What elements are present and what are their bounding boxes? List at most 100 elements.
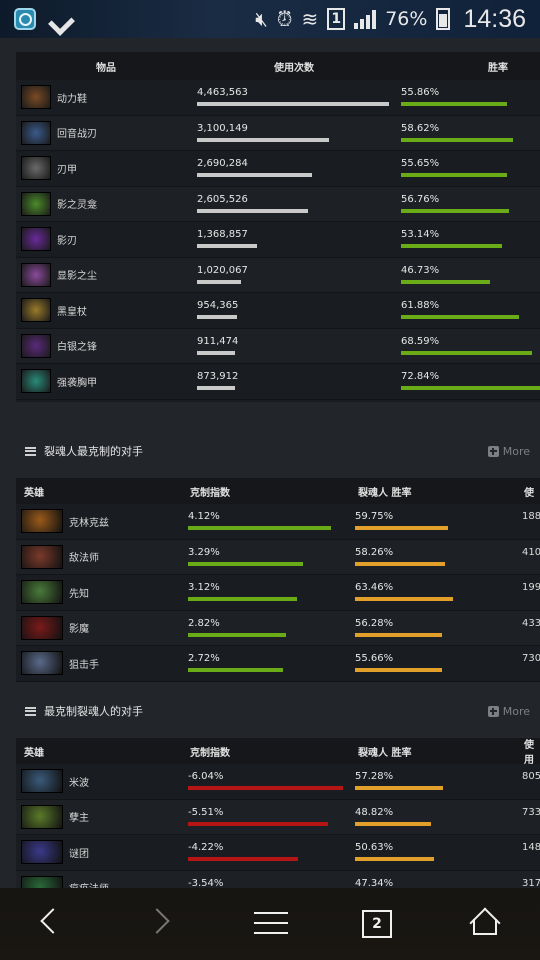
tabs-button[interactable]: 2 [362,910,392,938]
item-row[interactable]: 强袭胸甲 873,912 72.84% [16,364,540,400]
winrate-value: 59.75% [355,511,394,522]
winrate-value: 48.82% [355,806,394,818]
index-bar [188,821,328,826]
hero-row[interactable]: 先知 3.12% 63.46% 199 [16,575,540,611]
index-value: 3.29% [188,546,220,558]
item-icon [21,120,51,145]
index-cell: 4.12% [188,511,331,530]
winrate-bar [401,173,507,177]
hero-uses: 433 [522,617,540,629]
item-row[interactable]: 动力鞋 4,463,563 55.86% [16,80,540,116]
index-value: -3.54% [188,877,224,889]
counters-section-header: 裂魂人最克制的对手 More [16,434,540,468]
winrate-cell: 55.66% [355,653,442,672]
hero-row[interactable]: 影魔 2.82% 56.28% 433 [16,610,540,646]
countered-by-table: 英雄 克制指数 裂魂人 胜率 使用 米波 -6.04% 57.28% 805 孽主 -5.… [16,738,540,888]
item-name: 刃甲 [57,164,77,176]
winrate-value: 72.84% [401,371,440,382]
winrate-bar [401,279,490,284]
uses-bar [197,279,241,284]
item-icon [21,369,51,394]
winrate-value: 53.14% [401,229,440,240]
uses-cell: 1,368,857 [197,229,257,248]
item-row[interactable]: 影之灵龛 2,605,526 56.76% [16,186,540,222]
winrate-value: 50.63% [355,842,394,853]
winrate-value: 56.28% [355,617,394,629]
counters-title: 裂魂人最克制的对手 [44,445,143,458]
hero-uses: 733 [522,806,540,818]
winrate-cell: 68.59% [401,336,532,355]
countered-by-section-header: 最克制裂魂人的对手 More [16,694,540,728]
hero-row[interactable]: 米波 -6.04% 57.28% 805 [16,764,540,800]
hero-name: 谜团 [69,848,89,860]
item-icon [21,262,51,287]
uses-value: 1,020,067 [197,264,248,276]
back-button[interactable] [40,908,66,934]
item-row[interactable]: 黑皇杖 954,365 61.88% [16,293,540,329]
uses-value: 2,605,526 [197,193,248,205]
index-cell: -4.22% [188,842,298,861]
countered-by-more-button[interactable]: More [487,705,530,718]
index-bar [188,786,343,790]
winrate-cell: 50.63% [355,842,434,861]
uses-bar [197,386,235,390]
counters-more-button[interactable]: More [487,445,530,458]
hero-row[interactable]: 孽主 -5.51% 48.82% 733 [16,799,540,835]
item-row[interactable]: 回音战刃 3,100,149 58.62% [16,115,540,151]
alarm-icon: ⏰︎ [276,7,293,31]
hero-row[interactable]: 瘟疫法师 -3.54% 47.34% 317 [16,870,540,889]
index-bar [188,668,283,672]
index-bar [188,597,297,601]
hero-portrait [21,544,63,569]
countered-by-table-header: 英雄 克制指数 裂魂人 胜率 使用 [16,738,540,766]
hero-name: 影魔 [69,624,89,636]
battery-icon [436,8,451,30]
index-value: -4.22% [188,842,224,853]
uses-value: 911,474 [197,335,239,347]
chevron-right-icon [144,908,170,934]
counters-table-header: 英雄 克制指数 裂魂人 胜率 使 [16,478,540,504]
uses-cell: 873,912 [197,371,238,390]
uses-bar [197,350,235,355]
item-row[interactable]: 刃甲 2,690,284 55.65% [16,151,540,187]
header-winrate: 裂魂人 胜率 [358,487,412,499]
hero-row[interactable]: 克林克兹 4.12% 59.75% 188 [16,504,540,540]
hero-name: 瘟疫法师 [69,880,179,888]
winrate-bar [355,597,453,601]
clock: 14:36 [463,4,526,33]
winrate-value: 46.73% [401,264,440,276]
item-row[interactable]: 影刃 1,368,857 53.14% [16,222,540,258]
header-uses: 使用次数 [274,62,314,74]
forward-button[interactable] [144,908,170,934]
app-notification-icon [14,8,36,30]
item-row[interactable]: 白银之锋 911,474 68.59% [16,328,540,364]
uses-bar [197,244,257,248]
hero-name: 米波 [69,777,89,789]
tab-count: 2 [362,910,392,938]
winrate-cell: 58.26% [355,547,445,566]
item-icon [21,227,51,252]
winrate-cell: 58.62% [401,123,513,142]
header-item: 物品 [96,62,116,74]
winrate-bar [401,102,507,106]
item-name: 黑皇杖 [57,306,87,318]
uses-bar [197,102,389,106]
hero-row[interactable]: 敌法师 3.29% 58.26% 410 [16,539,540,575]
uses-value: 1,368,857 [197,229,248,240]
home-button[interactable] [470,908,500,936]
item-row[interactable]: 显影之尘 1,020,067 46.73% [16,257,540,293]
item-icon [21,85,51,110]
hero-uses: 410 [522,546,540,558]
item-icon [21,156,51,181]
hero-row[interactable]: 谜团 -4.22% 50.63% 148 [16,835,540,871]
browser-nav-bar: 2 [0,888,540,960]
countered-by-title: 最克制裂魂人的对手 [44,705,143,718]
item-name: 强袭胸甲 [57,377,97,389]
item-icon [21,298,51,323]
hero-row[interactable]: 狙击手 2.72% 55.66% 730 [16,646,540,682]
hero-uses: 805 [522,771,540,782]
menu-button[interactable] [254,912,288,934]
index-cell: -6.04% [188,771,343,790]
winrate-cell: 63.46% [355,582,453,601]
uses-cell: 2,690,284 [197,158,312,177]
